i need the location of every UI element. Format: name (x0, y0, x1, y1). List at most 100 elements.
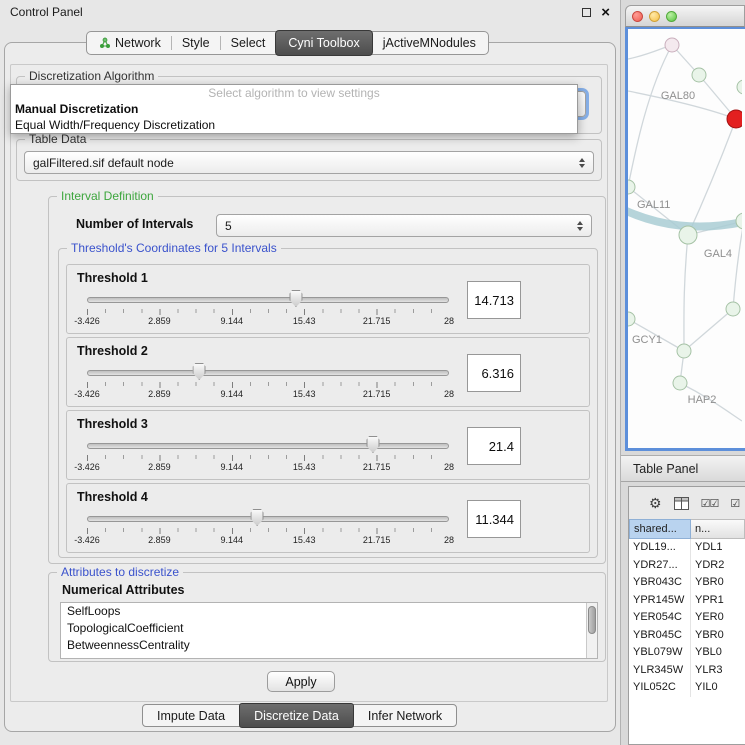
algorithm-option-equal-width[interactable]: Equal Width/Frequency Discretization (11, 117, 577, 133)
table-row[interactable]: YER054CYER0 (629, 609, 745, 627)
network-view-window: GAL80 GAL11 GAL4 GCY1 HAP2 (625, 5, 745, 451)
algorithm-option-manual[interactable]: Manual Discretization (11, 101, 577, 117)
list-item-betweennesscentrality[interactable]: BetweennessCentrality (61, 637, 597, 654)
highlighted-edge[interactable] (628, 209, 742, 227)
tab-infer-network[interactable]: Infer Network (354, 705, 456, 726)
network-node[interactable] (665, 38, 679, 52)
threshold-2-slider[interactable]: -3.426 2.859 9.144 15.43 21.715 28 (87, 362, 449, 404)
list-scrollbar-thumb[interactable] (588, 606, 596, 634)
slider-track[interactable] (87, 297, 449, 303)
network-node[interactable] (673, 376, 687, 390)
attributes-group-title: Attributes to discretize (57, 565, 183, 579)
network-node[interactable] (679, 226, 697, 244)
gear-icon[interactable]: ⚙ (649, 495, 662, 512)
tab-impute-data[interactable]: Impute Data (143, 705, 239, 726)
slider-thumb[interactable] (251, 509, 264, 526)
slider-track[interactable] (87, 516, 449, 522)
slider-track[interactable] (87, 443, 449, 449)
slider-major-ticks (87, 309, 449, 315)
columns-icon[interactable] (674, 497, 689, 510)
control-panel-titlebar: Control Panel × (0, 0, 620, 24)
threshold-3-slider[interactable]: -3.426 2.859 9.144 15.43 21.715 28 (87, 435, 449, 477)
threshold-3-panel: Threshold 3 -3.426 2.859 9.144 15.43 21.… (66, 410, 590, 480)
tab-select-label: Select (231, 36, 266, 50)
threshold-4-label: Threshold 4 (77, 490, 148, 504)
list-item-selfloops[interactable]: SelfLoops (61, 603, 597, 620)
network-window-titlebar (625, 5, 745, 27)
select-all-icon[interactable]: ☑ (730, 497, 740, 510)
slider-major-ticks (87, 455, 449, 461)
slider-scale: -3.426 2.859 9.144 15.43 21.715 28 (87, 389, 449, 401)
tab-network[interactable]: Network (89, 32, 171, 54)
cyni-bottom-tabs: Impute Data Discretize Data Infer Networ… (142, 704, 457, 727)
table-row[interactable]: YBL079WYBL0 (629, 644, 745, 662)
network-node[interactable] (628, 312, 635, 326)
slider-track[interactable] (87, 370, 449, 376)
control-panel-title: Control Panel (10, 5, 83, 19)
slider-thumb[interactable] (289, 290, 302, 307)
node-label-gcy1: GCY1 (632, 334, 662, 346)
algorithm-placeholder-option[interactable]: Select algorithm to view settings (11, 85, 577, 101)
tab-style-label: Style (182, 36, 210, 50)
tab-style[interactable]: Style (172, 32, 220, 54)
threshold-3-label: Threshold 3 (77, 417, 148, 431)
list-item-topologicalcoefficient[interactable]: TopologicalCoefficient (61, 620, 597, 637)
table-row[interactable]: YBR043CYBR0 (629, 574, 745, 592)
table-row[interactable]: YLR345WYLR3 (629, 662, 745, 680)
network-node[interactable] (677, 344, 691, 358)
list-scrollbar[interactable] (586, 603, 597, 658)
threshold-4-value[interactable]: 11.344 (467, 500, 521, 538)
network-node[interactable] (692, 68, 706, 82)
table-row[interactable]: YDL19...YDL1 (629, 539, 745, 557)
threshold-coordinates-title: Threshold's Coordinates for 5 Intervals (67, 241, 281, 255)
window-close-button[interactable] (632, 11, 643, 22)
table-row[interactable]: YDR27...YDR2 (629, 557, 745, 575)
slider-scale: -3.426 2.859 9.144 15.43 21.715 28 (87, 462, 449, 474)
network-icon (99, 37, 111, 49)
column-header-name[interactable]: n... (691, 519, 745, 539)
threshold-1-value[interactable]: 14.713 (467, 281, 521, 319)
slider-thumb[interactable] (366, 436, 379, 453)
network-canvas[interactable]: GAL80 GAL11 GAL4 GCY1 HAP2 (625, 27, 745, 451)
select-columns-icon[interactable]: ☑☑ (701, 497, 719, 510)
tab-jactivemnodules[interactable]: jActiveMNodules (373, 32, 486, 54)
table-row[interactable]: YPR145WYPR1 (629, 592, 745, 610)
tab-select[interactable]: Select (221, 32, 276, 54)
threshold-3-value[interactable]: 21.4 (467, 427, 521, 465)
node-table-window: ⚙ ☑☑ ☑ shared... n... YDL19...YDL1 YDR27… (628, 486, 745, 745)
control-panel-tabs: Network Style Select Cyni Toolbox jActiv… (86, 31, 489, 55)
number-of-intervals-combobox[interactable]: 5 (216, 214, 592, 237)
float-window-icon[interactable] (582, 8, 591, 17)
threshold-2-value[interactable]: 6.316 (467, 354, 521, 392)
threshold-4-slider[interactable]: -3.426 2.859 9.144 15.43 21.715 28 (87, 508, 449, 550)
tab-cyni-toolbox[interactable]: Cyni Toolbox (275, 30, 372, 56)
table-row[interactable]: YIL052CYIL0 (629, 679, 745, 697)
close-icon[interactable]: × (601, 5, 610, 20)
tab-cyni-toolbox-label: Cyni Toolbox (288, 36, 359, 50)
table-rows: YDL19...YDL1 YDR27...YDR2 YBR043CYBR0 YP… (629, 539, 745, 744)
network-node[interactable] (726, 302, 740, 316)
network-node-selected[interactable] (727, 110, 742, 128)
numerical-attributes-list: SelfLoops TopologicalCoefficient Between… (60, 602, 598, 659)
apply-button[interactable]: Apply (267, 671, 335, 692)
threshold-1-panel: Threshold 1 -3.426 2.859 9.144 15.43 21.… (66, 264, 590, 334)
threshold-1-label: Threshold 1 (77, 271, 148, 285)
discretization-algorithm-group-title: Discretization Algorithm (25, 69, 158, 83)
table-header-row: shared... n... (629, 519, 745, 539)
table-data-combobox[interactable]: galFiltered.sif default node (24, 151, 594, 174)
column-header-shared-name[interactable]: shared... (629, 519, 691, 539)
table-row[interactable]: YBR045CYBR0 (629, 627, 745, 645)
slider-major-ticks (87, 528, 449, 534)
table-panel-header: Table Panel (621, 455, 745, 482)
network-graph: GAL80 GAL11 GAL4 GCY1 HAP2 (628, 29, 742, 447)
slider-thumb[interactable] (193, 363, 206, 380)
node-label-gal4: GAL4 (704, 248, 732, 260)
threshold-1-slider[interactable]: -3.426 2.859 9.144 15.43 21.715 28 (87, 289, 449, 331)
tab-discretize-data[interactable]: Discretize Data (239, 703, 354, 728)
window-minimize-button[interactable] (649, 11, 660, 22)
number-of-intervals-label: Number of Intervals (76, 217, 193, 231)
threshold-2-panel: Threshold 2 -3.426 2.859 9.144 15.43 21.… (66, 337, 590, 407)
window-zoom-button[interactable] (666, 11, 677, 22)
network-node[interactable] (737, 80, 742, 94)
slider-scale: -3.426 2.859 9.144 15.43 21.715 28 (87, 316, 449, 328)
